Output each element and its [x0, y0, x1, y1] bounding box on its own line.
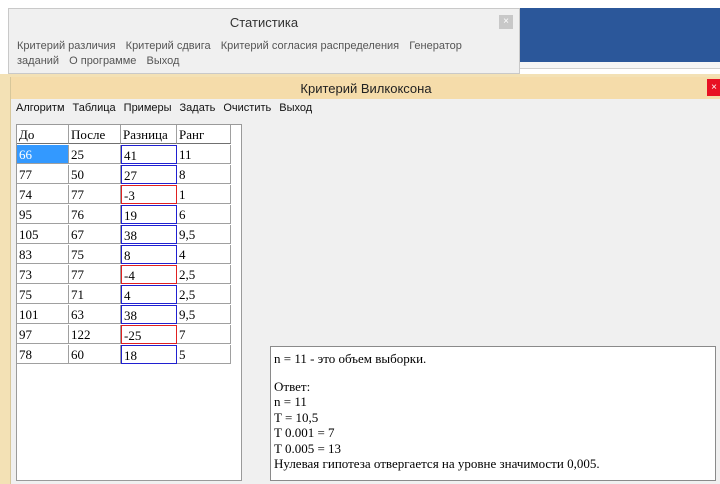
grid-rows: 66 25 41 11 77 50 27 8 74 77 -3 1 95 76 19 6 105 67 38 9,5 8…	[17, 145, 231, 365]
cell-rank[interactable]: 2,5	[177, 265, 231, 284]
table-row[interactable]: 105 67 38 9,5	[17, 225, 231, 245]
cell-after[interactable]: 77	[69, 185, 121, 204]
cell-before[interactable]: 101	[17, 305, 69, 324]
cell-before[interactable]: 73	[17, 265, 69, 284]
table-row[interactable]: 74 77 -3 1	[17, 185, 231, 205]
cell-before[interactable]: 78	[17, 345, 69, 364]
header-rank[interactable]: Ранг	[177, 125, 231, 144]
cell-difference[interactable]: 19	[121, 205, 177, 224]
background-close-button[interactable]: ×	[499, 15, 513, 29]
cell-rank[interactable]: 4	[177, 245, 231, 264]
menu-item-clear[interactable]: Очистить	[223, 102, 271, 114]
grid-body: До После Разница Ранг 66 25 41 11 77 50 27 8 74 7…	[17, 125, 231, 365]
background-strip	[520, 62, 720, 69]
table-row[interactable]: 73 77 -4 2,5	[17, 265, 231, 285]
menu-bar: Алгоритм Таблица Примеры Задать Очистить…	[11, 99, 720, 117]
table-row[interactable]: 78 60 18 5	[17, 345, 231, 365]
bg-menu-item-exit[interactable]: Выход	[146, 55, 179, 67]
cell-difference[interactable]: 27	[121, 165, 177, 184]
cell-before[interactable]: 95	[17, 205, 69, 224]
cell-difference[interactable]: -3	[121, 185, 177, 204]
wilcoxon-titlebar: Критерий Вилкоксона ×	[11, 77, 720, 99]
cell-after[interactable]: 25	[69, 145, 121, 164]
cell-rank[interactable]: 5	[177, 345, 231, 364]
cell-before[interactable]: 66	[17, 145, 69, 164]
grid-header-row: До После Разница Ранг	[17, 125, 231, 145]
cell-difference[interactable]: 18	[121, 345, 177, 364]
table-row[interactable]: 95 76 19 6	[17, 205, 231, 225]
cell-rank[interactable]: 11	[177, 145, 231, 164]
cell-rank[interactable]: 2,5	[177, 285, 231, 304]
bg-menu-item-goodness-of-fit[interactable]: Критерий согласия распределения	[221, 40, 399, 52]
cell-rank[interactable]: 6	[177, 205, 231, 224]
cell-rank[interactable]: 9,5	[177, 305, 231, 324]
cell-before[interactable]: 75	[17, 285, 69, 304]
cell-rank[interactable]: 8	[177, 165, 231, 184]
wilcoxon-window: Критерий Вилкоксона × Алгоритм Таблица П…	[10, 77, 720, 484]
answer-t: T = 10,5	[274, 409, 319, 425]
cell-difference[interactable]: 8	[121, 245, 177, 264]
bg-menu-item-difference-test[interactable]: Критерий различия	[17, 40, 116, 52]
sample-size-line: n = 11 - это объем выборки.	[274, 351, 427, 366]
cell-before[interactable]: 105	[17, 225, 69, 244]
answer-t-005: T 0.005 = 13	[274, 440, 342, 456]
cell-after[interactable]: 50	[69, 165, 121, 184]
menu-item-exit[interactable]: Выход	[279, 102, 312, 114]
cell-before[interactable]: 74	[17, 185, 69, 204]
menu-item-examples[interactable]: Примеры	[124, 102, 172, 114]
cell-after[interactable]: 77	[69, 265, 121, 284]
cell-difference[interactable]: 41	[121, 145, 177, 164]
table-row[interactable]: 66 25 41 11	[17, 145, 231, 165]
cell-difference[interactable]: -25	[121, 325, 177, 344]
answer-t-001: T 0.001 = 7	[274, 425, 335, 440]
cell-before[interactable]: 83	[17, 245, 69, 264]
cell-rank[interactable]: 9,5	[177, 225, 231, 244]
background-window-titlebar: Статистика ×	[9, 9, 519, 35]
menu-item-set[interactable]: Задать	[180, 102, 216, 114]
header-after[interactable]: После	[69, 125, 121, 144]
background-window-title: Статистика	[229, 15, 299, 30]
table-row[interactable]: 101 63 38 9,5	[17, 305, 231, 325]
menu-item-algorithm[interactable]: Алгоритм	[16, 102, 65, 114]
cell-difference[interactable]: 4	[121, 285, 177, 304]
result-textbox[interactable]: n = 11 - это объем выборки. Ответ: n = 1…	[270, 346, 716, 481]
cell-difference[interactable]: 38	[121, 225, 177, 244]
cell-after[interactable]: 75	[69, 245, 121, 264]
header-before[interactable]: До	[17, 125, 69, 144]
window-title: Критерий Вилкоксона	[300, 81, 432, 96]
table-row[interactable]: 83 75 8 4	[17, 245, 231, 265]
table-row[interactable]: 75 71 4 2,5	[17, 285, 231, 305]
accent-band	[520, 8, 720, 62]
data-grid[interactable]: До После Разница Ранг 66 25 41 11 77 50 27 8 74 7…	[16, 124, 242, 481]
cell-rank[interactable]: 1	[177, 185, 231, 204]
cell-difference[interactable]: 38	[121, 305, 177, 324]
header-difference[interactable]: Разница	[121, 125, 177, 144]
cell-after[interactable]: 67	[69, 225, 121, 244]
cell-after[interactable]: 63	[69, 305, 121, 324]
answer-label: Ответ:	[274, 378, 311, 394]
bg-menu-item-shift-test[interactable]: Критерий сдвига	[126, 40, 211, 52]
cell-rank[interactable]: 7	[177, 325, 231, 344]
cell-after[interactable]: 122	[69, 325, 121, 344]
bg-menu-item-about[interactable]: О программе	[69, 55, 136, 67]
cell-difference[interactable]: -4	[121, 265, 177, 284]
table-row[interactable]: 77 50 27 8	[17, 165, 231, 185]
background-window: Статистика × Критерий различия Критерий …	[8, 8, 520, 74]
close-button[interactable]: ×	[707, 79, 720, 96]
menu-item-table[interactable]: Таблица	[73, 102, 116, 114]
table-row[interactable]: 97 122 -25 7	[17, 325, 231, 345]
answer-conclusion: Нулевая гипотеза отвергается на уровне з…	[274, 456, 600, 471]
cell-after[interactable]: 60	[69, 345, 121, 364]
cell-before[interactable]: 97	[17, 325, 69, 344]
cell-after[interactable]: 76	[69, 205, 121, 224]
cell-before[interactable]: 77	[17, 165, 69, 184]
background-menu: Критерий различия Критерий сдвига Критер…	[17, 39, 497, 69]
answer-n: n = 11	[274, 394, 307, 409]
cell-after[interactable]: 71	[69, 285, 121, 304]
